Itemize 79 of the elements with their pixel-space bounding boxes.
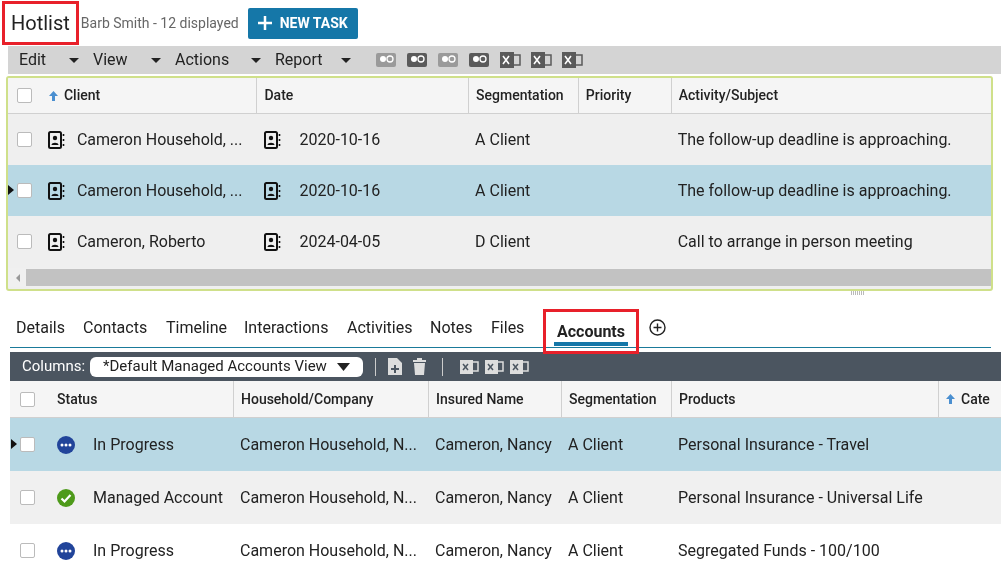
table-cell: A Client (475, 180, 531, 200)
add-tab-icon[interactable] (649, 319, 666, 336)
table-cell: A Client (568, 487, 624, 507)
column-header[interactable]: Household/Company (241, 388, 374, 410)
column-header[interactable]: Date (264, 85, 294, 106)
table-cell-text: Managed Account (93, 486, 223, 509)
tab[interactable]: Interactions (244, 309, 347, 347)
column-header[interactable]: Activity/Subject (678, 85, 779, 106)
plus-icon (257, 16, 272, 30)
table-cell: Cameron Household, N... (240, 540, 417, 560)
columns-label: Columns: (22, 356, 86, 378)
column-header[interactable]: Client (63, 85, 101, 106)
checkbox[interactable] (20, 543, 35, 558)
table-cell-text: 2020-10-16 (299, 128, 381, 151)
table-cell: Personal Insurance - Travel (678, 434, 870, 454)
table-cell: Cameron Household, N... (240, 487, 417, 507)
table-cell-text: 2024-04-05 (299, 230, 381, 253)
checkbox[interactable] (20, 391, 35, 407)
table-cell: Cameron Household, N... (240, 434, 417, 454)
checkbox[interactable] (17, 132, 33, 147)
page-title: Hotlist (2, 1, 79, 45)
trash-icon[interactable] (413, 358, 427, 375)
contact-card-icon[interactable] (264, 232, 282, 251)
table-cell: Cameron, Nancy (435, 540, 552, 560)
tab[interactable]: Accounts (543, 309, 639, 354)
column-header[interactable]: Segmentation (476, 85, 564, 106)
table-cell: A Client (568, 434, 624, 454)
checkbox[interactable] (17, 183, 33, 198)
table-cell-text: In Progress (93, 433, 174, 456)
tab[interactable]: Details (16, 309, 83, 347)
contact-card-icon[interactable] (47, 232, 65, 251)
table-cell: Call to arrange in person meeting (677, 231, 913, 251)
checkbox[interactable] (20, 490, 35, 505)
checkbox[interactable] (17, 88, 33, 103)
table-row[interactable]: In Progress Cameron Household, N... Cameron, Nancy A Client Personal Insurance - Travel (10, 418, 1001, 471)
menu-button[interactable]: Edit (19, 46, 93, 74)
table-cell-text: 2020-10-16 (299, 179, 381, 202)
menu-button[interactable]: Actions (175, 46, 275, 74)
table-cell: The follow-up deadline is approaching. (677, 180, 952, 200)
column-header[interactable]: Cate (961, 388, 990, 410)
subtitle: Barb Smith - 12 displayed (80, 13, 239, 33)
table-cell: Segregated Funds - 100/100 (678, 540, 880, 560)
contact-card-icon[interactable] (47, 181, 65, 200)
splitter-handle-icon[interactable] (851, 291, 865, 295)
new-file-icon[interactable] (388, 358, 403, 375)
table-row[interactable]: Managed Account Cameron Household, N... Cameron, Nancy A Client Personal Insurance - Universal Life (10, 471, 1001, 524)
tab[interactable]: Activities (347, 309, 430, 347)
checkbox[interactable] (17, 234, 33, 249)
tab[interactable]: Notes (430, 309, 491, 347)
tab[interactable]: Files (491, 309, 543, 347)
contact-card-icon[interactable] (47, 130, 65, 149)
contact-card-icon[interactable] (264, 181, 282, 200)
view-dropdown[interactable]: *Default Managed Accounts View (90, 356, 364, 377)
table-cell-text: Cameron Household, ... (76, 128, 243, 151)
table-row[interactable]: Cameron Household, ... 2020-10-16 A Client The follow-up deadline is approaching. (8, 165, 991, 216)
column-header[interactable]: Status (57, 388, 98, 410)
table-cell-text: Cameron, Roberto (76, 230, 206, 253)
table-cell: A Client (475, 129, 531, 149)
column-header[interactable]: Segmentation (569, 388, 657, 410)
tab[interactable]: Contacts (83, 309, 166, 347)
caret-icon (337, 362, 351, 371)
table-cell-text: Cameron Household, ... (76, 179, 243, 202)
column-header[interactable]: Products (679, 388, 736, 410)
column-header[interactable]: Insured Name (436, 388, 524, 410)
table-cell: Personal Insurance - Universal Life (678, 487, 923, 507)
menu-button[interactable]: Report (275, 46, 365, 74)
table-cell: D Client (475, 231, 531, 251)
menu-button[interactable]: View (93, 46, 175, 74)
new-task-button[interactable]: NEW TASK (247, 7, 358, 39)
checkbox[interactable] (20, 437, 35, 452)
table-cell: Cameron, Nancy (435, 434, 552, 454)
column-header[interactable]: Priority (585, 85, 632, 106)
contact-card-icon[interactable] (264, 130, 282, 149)
table-cell: The follow-up deadline is approaching. (677, 129, 952, 149)
tab[interactable]: Timeline (166, 309, 244, 347)
table-cell: A Client (568, 540, 624, 560)
contact-card-icon[interactable] (406, 51, 428, 69)
table-cell: Cameron, Nancy (435, 487, 552, 507)
table-cell-text: In Progress (93, 539, 174, 562)
